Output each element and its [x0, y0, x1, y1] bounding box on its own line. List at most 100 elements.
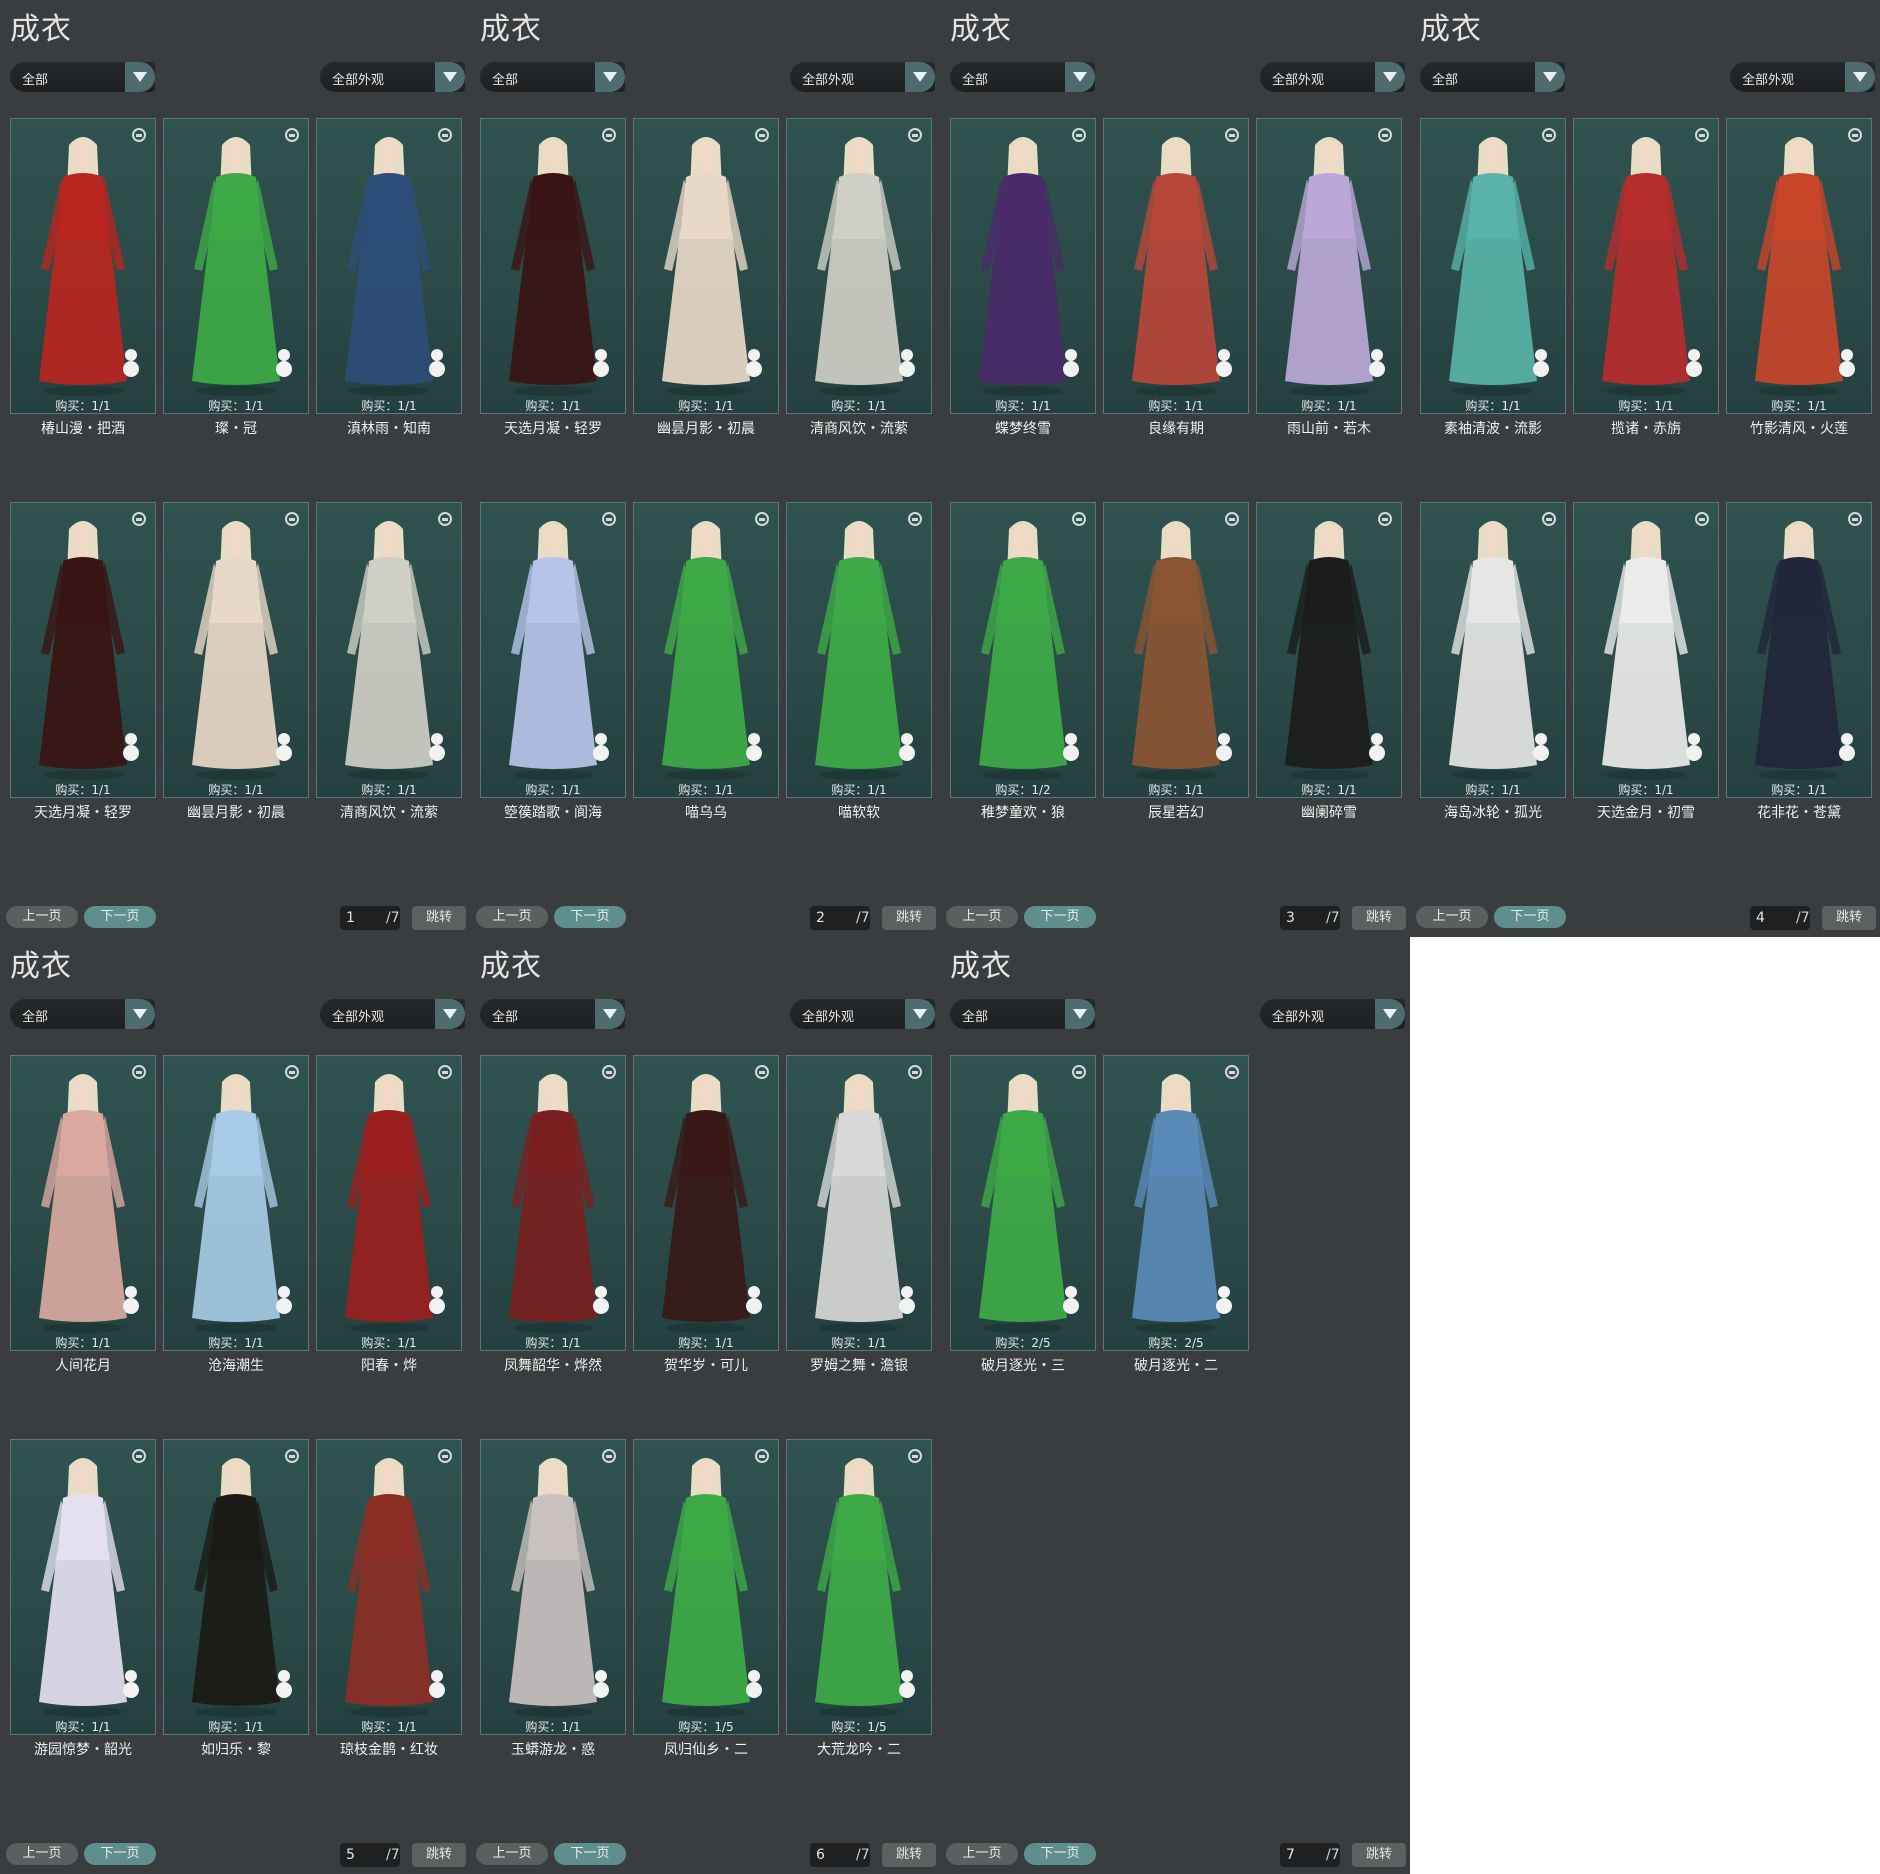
lock-icon[interactable]: [755, 128, 769, 142]
appearance-dropdown[interactable]: 全部外观: [790, 62, 935, 92]
outfit-card[interactable]: 购买：1/1: [1573, 118, 1719, 414]
appearance-dropdown[interactable]: 全部外观: [320, 999, 465, 1029]
lock-icon[interactable]: [908, 512, 922, 526]
outfit-card[interactable]: 购买：1/1: [786, 502, 932, 798]
lock-icon[interactable]: [1225, 512, 1239, 526]
lock-icon[interactable]: [132, 128, 146, 142]
lock-icon[interactable]: [285, 128, 299, 142]
category-dropdown[interactable]: 全部: [950, 999, 1095, 1029]
category-dropdown[interactable]: 全部: [480, 999, 625, 1029]
outfit-card[interactable]: 购买：1/1: [1420, 118, 1566, 414]
jump-button[interactable]: 跳转: [1352, 906, 1406, 930]
outfit-card[interactable]: 购买：1/1: [163, 502, 309, 798]
next-page-button[interactable]: 下一页: [1024, 906, 1096, 928]
lock-icon[interactable]: [602, 1449, 616, 1463]
outfit-card[interactable]: 购买：1/1: [786, 118, 932, 414]
lock-icon[interactable]: [1225, 128, 1239, 142]
category-dropdown[interactable]: 全部: [480, 62, 625, 92]
lock-icon[interactable]: [1378, 512, 1392, 526]
prev-page-button[interactable]: 上一页: [1416, 906, 1488, 928]
lock-icon[interactable]: [755, 1065, 769, 1079]
jump-button[interactable]: 跳转: [1822, 906, 1876, 930]
lock-icon[interactable]: [1542, 128, 1556, 142]
lock-icon[interactable]: [602, 512, 616, 526]
lock-icon[interactable]: [1848, 128, 1862, 142]
lock-icon[interactable]: [755, 1449, 769, 1463]
jump-button[interactable]: 跳转: [882, 1843, 936, 1867]
prev-page-button[interactable]: 上一页: [476, 906, 548, 928]
outfit-card[interactable]: 购买：1/1: [163, 118, 309, 414]
appearance-dropdown[interactable]: 全部外观: [1730, 62, 1875, 92]
lock-icon[interactable]: [908, 1449, 922, 1463]
lock-icon[interactable]: [438, 128, 452, 142]
lock-icon[interactable]: [285, 1065, 299, 1079]
outfit-card[interactable]: 购买：1/1: [316, 1439, 462, 1735]
page-number-input[interactable]: 6/7: [810, 1843, 870, 1867]
category-dropdown[interactable]: 全部: [950, 62, 1095, 92]
outfit-card[interactable]: 购买：1/1: [480, 1439, 626, 1735]
category-dropdown[interactable]: 全部: [10, 999, 155, 1029]
chevron-down-icon[interactable]: [435, 999, 465, 1029]
next-page-button[interactable]: 下一页: [554, 1843, 626, 1865]
prev-page-button[interactable]: 上一页: [476, 1843, 548, 1865]
lock-icon[interactable]: [285, 512, 299, 526]
chevron-down-icon[interactable]: [1065, 999, 1095, 1029]
lock-icon[interactable]: [1225, 1065, 1239, 1079]
chevron-down-icon[interactable]: [1375, 999, 1405, 1029]
page-number-input[interactable]: 7/7: [1280, 1843, 1340, 1867]
chevron-down-icon[interactable]: [595, 62, 625, 92]
lock-icon[interactable]: [438, 512, 452, 526]
outfit-card[interactable]: 购买：1/1: [1726, 502, 1872, 798]
appearance-dropdown[interactable]: 全部外观: [320, 62, 465, 92]
outfit-card[interactable]: 购买：1/1: [480, 1055, 626, 1351]
page-number-input[interactable]: 5/7: [340, 1843, 400, 1867]
lock-icon[interactable]: [908, 128, 922, 142]
lock-icon[interactable]: [132, 1449, 146, 1463]
page-number-input[interactable]: 2/7: [810, 906, 870, 930]
outfit-card[interactable]: 购买：1/1: [316, 1055, 462, 1351]
next-page-button[interactable]: 下一页: [554, 906, 626, 928]
chevron-down-icon[interactable]: [125, 62, 155, 92]
prev-page-button[interactable]: 上一页: [946, 906, 1018, 928]
chevron-down-icon[interactable]: [595, 999, 625, 1029]
lock-icon[interactable]: [132, 512, 146, 526]
outfit-card[interactable]: 购买：1/1: [10, 118, 156, 414]
chevron-down-icon[interactable]: [1065, 62, 1095, 92]
lock-icon[interactable]: [285, 1449, 299, 1463]
outfit-card[interactable]: 购买：1/1: [1420, 502, 1566, 798]
lock-icon[interactable]: [1848, 512, 1862, 526]
outfit-card[interactable]: 购买：1/1: [1256, 502, 1402, 798]
outfit-card[interactable]: 购买：1/1: [1256, 118, 1402, 414]
outfit-card[interactable]: 购买：1/2: [950, 502, 1096, 798]
next-page-button[interactable]: 下一页: [84, 906, 156, 928]
outfit-card[interactable]: 购买：1/1: [10, 1439, 156, 1735]
lock-icon[interactable]: [1072, 128, 1086, 142]
prev-page-button[interactable]: 上一页: [946, 1843, 1018, 1865]
page-number-input[interactable]: 4/7: [1750, 906, 1810, 930]
lock-icon[interactable]: [1072, 512, 1086, 526]
chevron-down-icon[interactable]: [435, 62, 465, 92]
outfit-card[interactable]: 购买：1/1: [1103, 502, 1249, 798]
appearance-dropdown[interactable]: 全部外观: [790, 999, 935, 1029]
prev-page-button[interactable]: 上一页: [6, 906, 78, 928]
outfit-card[interactable]: 购买：1/1: [950, 118, 1096, 414]
jump-button[interactable]: 跳转: [882, 906, 936, 930]
lock-icon[interactable]: [438, 1065, 452, 1079]
next-page-button[interactable]: 下一页: [1024, 1843, 1096, 1865]
outfit-card[interactable]: 购买：1/1: [1726, 118, 1872, 414]
chevron-down-icon[interactable]: [1535, 62, 1565, 92]
outfit-card[interactable]: 购买：1/1: [163, 1055, 309, 1351]
category-dropdown[interactable]: 全部: [1420, 62, 1565, 92]
page-number-input[interactable]: 3/7: [1280, 906, 1340, 930]
outfit-card[interactable]: 购买：1/5: [786, 1439, 932, 1735]
outfit-card[interactable]: 购买：1/1: [633, 1055, 779, 1351]
jump-button[interactable]: 跳转: [1352, 1843, 1406, 1867]
appearance-dropdown[interactable]: 全部外观: [1260, 999, 1405, 1029]
outfit-card[interactable]: 购买：1/1: [480, 118, 626, 414]
jump-button[interactable]: 跳转: [412, 906, 466, 930]
lock-icon[interactable]: [602, 1065, 616, 1079]
lock-icon[interactable]: [1542, 512, 1556, 526]
chevron-down-icon[interactable]: [905, 62, 935, 92]
chevron-down-icon[interactable]: [1375, 62, 1405, 92]
lock-icon[interactable]: [908, 1065, 922, 1079]
